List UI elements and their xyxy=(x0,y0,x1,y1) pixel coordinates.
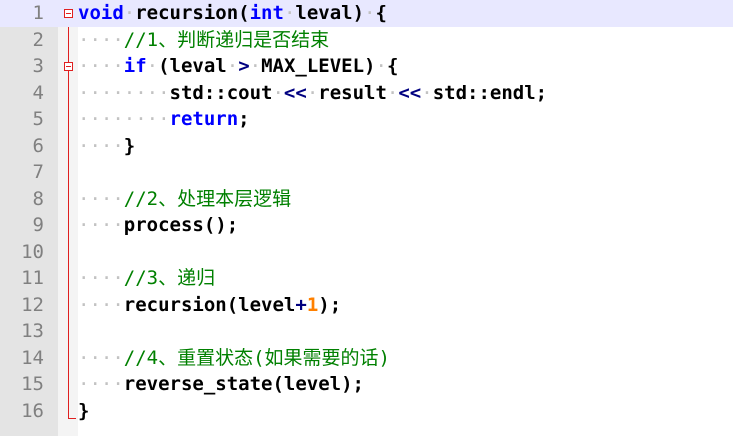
whitespace-marker: ···· xyxy=(78,373,124,395)
code-token: + xyxy=(295,293,307,316)
line-code: ····//1、判断递归是否结束 xyxy=(78,28,329,52)
line-code: ····recursion(level+1); xyxy=(78,293,341,317)
code-editor[interactable]: 1 void·recursion(int·leval)·{2 ····//1、判断递… xyxy=(0,0,733,436)
code-line[interactable]: 8 ····//2、处理本层逻辑 xyxy=(0,186,733,213)
line-code: ····reverse_state(level); xyxy=(78,372,364,396)
code-token: std::endl; xyxy=(432,81,548,104)
line-number: 16 xyxy=(21,399,44,422)
code-token: //1、判断递归是否结束 xyxy=(123,28,330,51)
whitespace-marker: ········ xyxy=(78,108,170,130)
code-token: result xyxy=(318,81,387,104)
code-line[interactable]: 12 ····recursion(level+1); xyxy=(0,292,733,319)
code-token: void xyxy=(78,2,124,24)
code-token: return xyxy=(169,108,239,130)
code-line[interactable]: 5 ········return; xyxy=(0,106,733,133)
whitespace-marker: ········ xyxy=(78,81,170,104)
code-line[interactable]: 7 xyxy=(0,159,733,186)
whitespace-marker: ···· xyxy=(78,134,124,157)
line-number: 14 xyxy=(21,346,44,369)
line-number: 11 xyxy=(21,267,44,289)
whitespace-marker: ···· xyxy=(78,187,124,210)
whitespace-marker: · xyxy=(283,2,296,24)
whitespace-marker: ···· xyxy=(78,55,124,77)
line-code: ········std::cout·<<·result·<<·std::endl… xyxy=(78,81,547,105)
code-token: int xyxy=(249,2,284,24)
line-code: ····} xyxy=(78,134,135,158)
code-line[interactable]: 13 xyxy=(0,318,733,345)
line-number: 5 xyxy=(32,108,44,130)
whitespace-marker: ···· xyxy=(78,28,124,51)
code-line[interactable]: 10 xyxy=(0,239,733,266)
line-code: ····//4、重置状态(如果需要的话) xyxy=(78,346,390,370)
code-token: reverse_state(level); xyxy=(123,373,364,395)
code-token: //3、递归 xyxy=(123,267,216,289)
code-token: if xyxy=(123,55,147,77)
line-code: ········return; xyxy=(78,107,250,131)
code-line[interactable]: 9 ····process(); xyxy=(0,212,733,239)
code-token: ; xyxy=(238,108,250,130)
code-token: { xyxy=(386,55,399,77)
code-line[interactable]: 2 ····//1、判断递归是否结束 xyxy=(0,27,733,54)
line-code: ····//3、递归 xyxy=(78,266,215,290)
code-token: std::cout xyxy=(169,81,273,104)
line-number: 1 xyxy=(32,2,44,24)
line-number: 3 xyxy=(32,55,44,77)
code-token: MAX_LEVEL) xyxy=(261,55,376,77)
line-number: 6 xyxy=(32,134,44,157)
whitespace-marker: · xyxy=(272,81,284,104)
code-line[interactable]: 15 ····reverse_state(level); xyxy=(0,371,733,398)
code-line[interactable]: 16} xyxy=(0,398,733,425)
code-token: //2、处理本层逻辑 xyxy=(123,187,292,210)
code-token: > xyxy=(238,55,250,77)
line-number: 10 xyxy=(21,240,44,263)
fold-toggle-icon[interactable] xyxy=(64,62,73,71)
whitespace-marker: ···· xyxy=(78,214,124,236)
code-token: 1 xyxy=(306,293,319,316)
line-number: 15 xyxy=(21,373,44,395)
line-code: ····if·(leval·>·MAX_LEVEL)·{ xyxy=(78,54,398,78)
whitespace-marker: · xyxy=(146,55,159,77)
line-number: 4 xyxy=(32,81,44,104)
code-line[interactable]: 1 void·recursion(int·leval)·{ xyxy=(0,0,733,27)
whitespace-marker: · xyxy=(249,55,262,77)
code-token: { xyxy=(375,2,387,24)
whitespace-marker: ···· xyxy=(78,293,124,316)
code-token: process(); xyxy=(123,214,239,236)
fold-toggle-icon[interactable] xyxy=(64,9,73,18)
whitespace-marker: · xyxy=(375,55,387,77)
code-line[interactable]: 6 ····} xyxy=(0,133,733,160)
whitespace-marker: · xyxy=(306,81,319,104)
line-code: ····//2、处理本层逻辑 xyxy=(78,187,291,211)
code-token: leval) xyxy=(295,2,365,24)
whitespace-marker: ···· xyxy=(78,267,124,289)
code-token: recursion( xyxy=(135,2,250,24)
whitespace-marker: · xyxy=(421,81,433,104)
code-token: ); xyxy=(318,293,342,316)
line-code: void·recursion(int·leval)·{ xyxy=(78,1,387,25)
code-token: (leval xyxy=(158,55,227,77)
code-token: recursion(level xyxy=(123,293,296,316)
whitespace-marker: · xyxy=(386,81,399,104)
line-number: 7 xyxy=(32,161,44,183)
whitespace-marker: · xyxy=(226,55,239,77)
line-code: } xyxy=(78,399,89,423)
line-code: ····process(); xyxy=(78,213,238,237)
code-token: //4、重置状态(如果需要的话) xyxy=(123,346,390,369)
line-number: 12 xyxy=(21,293,44,316)
whitespace-marker: · xyxy=(364,2,376,24)
code-token: } xyxy=(123,134,136,157)
whitespace-marker: ···· xyxy=(78,346,124,369)
code-line[interactable]: 4 ········std::cout·<<·result·<<·std::end… xyxy=(0,80,733,107)
line-number: 2 xyxy=(32,28,44,51)
line-number: 8 xyxy=(32,187,44,210)
code-token: << xyxy=(398,81,422,104)
whitespace-marker: · xyxy=(123,2,136,24)
code-line[interactable]: 11 ····//3、递归 xyxy=(0,265,733,292)
code-line[interactable]: 3 ····if·(leval·>·MAX_LEVEL)·{ xyxy=(0,53,733,80)
line-number: 9 xyxy=(32,214,44,236)
code-line[interactable]: 14 ····//4、重置状态(如果需要的话) xyxy=(0,345,733,372)
code-token: } xyxy=(78,399,90,422)
line-number: 13 xyxy=(21,320,44,342)
code-token: << xyxy=(283,81,307,104)
